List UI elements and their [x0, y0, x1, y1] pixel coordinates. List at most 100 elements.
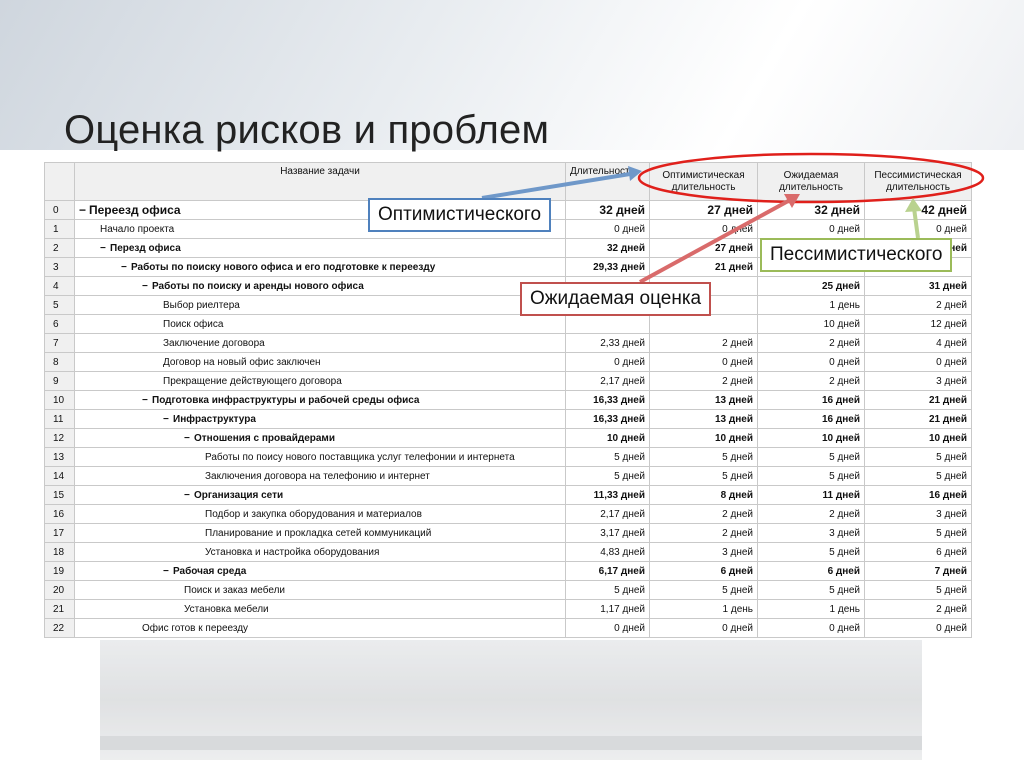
- exp-cell[interactable]: 10 дней: [757, 314, 865, 334]
- dur-cell[interactable]: 0 дней: [565, 219, 650, 239]
- row-id-cell[interactable]: 13: [44, 447, 75, 467]
- dur-cell[interactable]: 16,33 дней: [565, 390, 650, 410]
- dur-cell[interactable]: [565, 314, 650, 334]
- row-id-cell[interactable]: 16: [44, 504, 75, 524]
- table-row[interactable]: 6 Поиск офиса 10 дней 12 дней: [44, 314, 972, 334]
- row-id-cell[interactable]: 4: [44, 276, 75, 296]
- table-row[interactable]: 4− Работы по поиску и аренды нового офиса…: [44, 276, 972, 296]
- pes-cell[interactable]: 3 дней: [864, 371, 972, 391]
- task-name-cell[interactable]: − Подготовка инфраструктуры и рабочей сре…: [74, 390, 566, 410]
- opt-cell[interactable]: 2 дней: [649, 333, 758, 353]
- pes-cell[interactable]: 0 дней: [864, 618, 972, 638]
- task-name-cell[interactable]: − Инфраструктура: [74, 409, 566, 429]
- task-name-cell[interactable]: Работы по поису нового поставщика услуг …: [74, 447, 566, 467]
- collapse-icon[interactable]: −: [79, 203, 89, 217]
- collapse-icon[interactable]: −: [100, 243, 110, 254]
- table-row[interactable]: 5 Выбор риелтера 1 день 2 дней: [44, 295, 972, 315]
- collapse-icon[interactable]: −: [163, 414, 173, 425]
- opt-cell[interactable]: 5 дней: [649, 580, 758, 600]
- pes-cell[interactable]: 5 дней: [864, 466, 972, 486]
- task-name-cell[interactable]: − Работы по поиску и аренды нового офиса: [74, 276, 566, 296]
- header-duration[interactable]: Длительность: [565, 162, 650, 201]
- row-id-cell[interactable]: 19: [44, 561, 75, 581]
- row-id-cell[interactable]: 10: [44, 390, 75, 410]
- row-id-cell[interactable]: 1: [44, 219, 75, 239]
- table-row[interactable]: 20 Поиск и заказ мебели 5 дней 5 дней 5 дней…: [44, 580, 972, 600]
- opt-cell[interactable]: 3 дней: [649, 542, 758, 562]
- pes-cell[interactable]: 7 дней: [864, 561, 972, 581]
- table-row[interactable]: 16 Подбор и закупка оборудования и матери…: [44, 504, 972, 524]
- row-id-cell[interactable]: 9: [44, 371, 75, 391]
- table-row[interactable]: 10− Подготовка инфраструктуры и рабочей с…: [44, 390, 972, 410]
- task-name-cell[interactable]: Установка мебели: [74, 599, 566, 619]
- pes-cell[interactable]: 21 дней: [864, 409, 972, 429]
- pes-cell[interactable]: 2 дней: [864, 599, 972, 619]
- pes-cell[interactable]: 3 дней: [864, 504, 972, 524]
- exp-cell[interactable]: 2 дней: [757, 504, 865, 524]
- exp-cell[interactable]: 0 дней: [757, 352, 865, 372]
- task-name-cell[interactable]: Офис готов к переезду: [74, 618, 566, 638]
- task-name-cell[interactable]: − Отношения с провайдерами: [74, 428, 566, 448]
- task-name-cell[interactable]: Заключение договора: [74, 333, 566, 353]
- opt-cell[interactable]: 6 дней: [649, 561, 758, 581]
- opt-cell[interactable]: 21 дней: [649, 257, 758, 277]
- task-name-cell[interactable]: − Работы по поиску нового офиса и его под…: [74, 257, 566, 277]
- row-id-cell[interactable]: 18: [44, 542, 75, 562]
- dur-cell[interactable]: 5 дней: [565, 580, 650, 600]
- row-id-cell[interactable]: 2: [44, 238, 75, 258]
- dur-cell[interactable]: 2,33 дней: [565, 333, 650, 353]
- exp-cell[interactable]: 16 дней: [757, 409, 865, 429]
- dur-cell[interactable]: 6,17 дней: [565, 561, 650, 581]
- collapse-icon[interactable]: −: [121, 262, 131, 273]
- opt-cell[interactable]: 8 дней: [649, 485, 758, 505]
- row-id-cell[interactable]: 3: [44, 257, 75, 277]
- exp-cell[interactable]: 0 дней: [757, 219, 865, 239]
- table-row[interactable]: 7 Заключение договора 2,33 дней 2 дней 2 дне…: [44, 333, 972, 353]
- pes-cell[interactable]: 42 дней: [864, 200, 972, 220]
- row-id-cell[interactable]: 20: [44, 580, 75, 600]
- pes-cell[interactable]: 6 дней: [864, 542, 972, 562]
- dur-cell[interactable]: 1,17 дней: [565, 599, 650, 619]
- exp-cell[interactable]: 2 дней: [757, 371, 865, 391]
- exp-cell[interactable]: 5 дней: [757, 447, 865, 467]
- dur-cell[interactable]: 11,33 дней: [565, 485, 650, 505]
- pes-cell[interactable]: 5 дней: [864, 447, 972, 467]
- exp-cell[interactable]: 3 дней: [757, 523, 865, 543]
- dur-cell[interactable]: 5 дней: [565, 466, 650, 486]
- task-name-cell[interactable]: − Организация сети: [74, 485, 566, 505]
- row-id-cell[interactable]: 0: [44, 200, 75, 220]
- task-name-cell[interactable]: Заключения договора на телефонию и интер…: [74, 466, 566, 486]
- exp-cell[interactable]: 0 дней: [757, 618, 865, 638]
- opt-cell[interactable]: 13 дней: [649, 390, 758, 410]
- opt-cell[interactable]: 0 дней: [649, 352, 758, 372]
- row-id-cell[interactable]: 8: [44, 352, 75, 372]
- dur-cell[interactable]: 0 дней: [565, 618, 650, 638]
- task-name-cell[interactable]: Планирование и прокладка сетей коммуника…: [74, 523, 566, 543]
- table-row[interactable]: 19− Рабочая среда 6,17 дней 6 дней 6 дней 7 д…: [44, 561, 972, 581]
- exp-cell[interactable]: 5 дней: [757, 580, 865, 600]
- task-name-cell[interactable]: Выбор риелтера: [74, 295, 566, 315]
- table-row[interactable]: 15− Организация сети 11,33 дней 8 дней 11 дн…: [44, 485, 972, 505]
- task-name-cell[interactable]: − Рабочая среда: [74, 561, 566, 581]
- table-row[interactable]: 21 Установка мебели 1,17 дней 1 день 1 день 2…: [44, 599, 972, 619]
- row-id-cell[interactable]: 6: [44, 314, 75, 334]
- pes-cell[interactable]: 5 дней: [864, 523, 972, 543]
- exp-cell[interactable]: 16 дней: [757, 390, 865, 410]
- table-row[interactable]: 12− Отношения с провайдерами 10 дней 10 дне…: [44, 428, 972, 448]
- exp-cell[interactable]: 1 день: [757, 295, 865, 315]
- pes-cell[interactable]: 0 дней: [864, 219, 972, 239]
- opt-cell[interactable]: 27 дней: [649, 238, 758, 258]
- pes-cell[interactable]: 2 дней: [864, 295, 972, 315]
- opt-cell[interactable]: 2 дней: [649, 523, 758, 543]
- row-id-cell[interactable]: 21: [44, 599, 75, 619]
- exp-cell[interactable]: 32 дней: [757, 200, 865, 220]
- table-row[interactable]: 8 Договор на новый офис заключен 0 дней 0 д…: [44, 352, 972, 372]
- opt-cell[interactable]: 5 дней: [649, 447, 758, 467]
- exp-cell[interactable]: 2 дней: [757, 333, 865, 353]
- dur-cell[interactable]: 32 дней: [565, 200, 650, 220]
- row-id-cell[interactable]: 17: [44, 523, 75, 543]
- dur-cell[interactable]: 32 дней: [565, 238, 650, 258]
- exp-cell[interactable]: 10 дней: [757, 428, 865, 448]
- dur-cell[interactable]: 2,17 дней: [565, 504, 650, 524]
- table-row[interactable]: 22 Офис готов к переезду 0 дней 0 дней 0 дне…: [44, 618, 972, 638]
